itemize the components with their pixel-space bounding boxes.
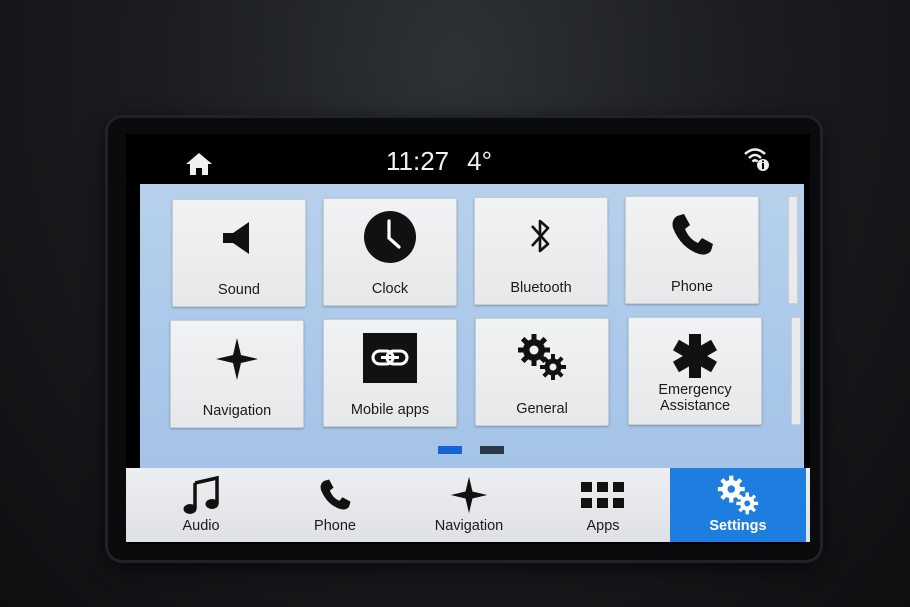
tile-label: Clock: [371, 281, 409, 297]
page-indicator-2[interactable]: [480, 446, 504, 454]
nav-label: Phone: [314, 518, 356, 534]
nav-label: Apps: [586, 518, 620, 534]
nav-audio[interactable]: Audio: [134, 468, 268, 542]
gears-icon: [518, 334, 566, 380]
nav-phone[interactable]: Phone: [268, 468, 402, 542]
next-page-tile-peek: [791, 317, 801, 425]
gears-icon: [717, 475, 759, 515]
nav-label: Navigation: [434, 518, 504, 534]
tile-label-line2: Assistance: [659, 398, 731, 414]
nav-label: Settings: [709, 518, 767, 534]
navigation-star-icon: [216, 338, 258, 380]
nav-label: Audio: [182, 518, 220, 534]
tile-label: General: [516, 401, 568, 417]
tile-mobile-apps[interactable]: Mobile apps: [323, 319, 457, 427]
tile-navigation[interactable]: Navigation: [170, 320, 304, 428]
status-info: 11:27 4°: [386, 146, 492, 176]
tile-label: Phone: [671, 279, 713, 295]
home-button[interactable]: [182, 150, 216, 178]
phone-icon: [672, 214, 713, 255]
nav-apps[interactable]: Apps: [536, 468, 670, 542]
music-note-icon: [183, 475, 219, 514]
next-page-tile-peek: [788, 196, 798, 304]
asterisk-icon: [672, 334, 718, 378]
phone-icon: [320, 479, 351, 510]
apps-grid-icon: [581, 482, 624, 508]
mobile-apps-link-icon: [363, 333, 417, 383]
navigation-star-icon: [450, 476, 488, 514]
tile-bluetooth[interactable]: Bluetooth: [474, 197, 608, 305]
nav-settings[interactable]: Settings: [670, 468, 806, 542]
wifi-info-icon[interactable]: [742, 144, 772, 174]
nav-navigation[interactable]: Navigation: [402, 468, 536, 542]
clock-icon: [364, 211, 416, 263]
tile-label: Bluetooth: [510, 280, 572, 296]
page-indicator-1[interactable]: [438, 446, 462, 454]
tile-label: Sound: [218, 282, 260, 298]
status-bar: 11:27 4°: [126, 134, 810, 184]
outside-temperature: 4°: [467, 146, 492, 176]
settings-grid: Sound Clock Bluetooth Phone Navigation M…: [140, 184, 804, 468]
tile-emergency-assistance[interactable]: Emergency Assistance: [628, 317, 762, 425]
tile-phone[interactable]: Phone: [625, 196, 759, 304]
tile-sound[interactable]: Sound: [172, 199, 306, 307]
tile-general[interactable]: General: [475, 318, 609, 426]
clock-time: 11:27: [386, 146, 450, 176]
bluetooth-icon: [531, 219, 550, 253]
tile-label: Emergency Assistance: [629, 382, 761, 414]
home-icon: [186, 153, 212, 175]
speaker-icon: [223, 222, 249, 254]
tile-label: Mobile apps: [350, 402, 430, 418]
infotainment-screen: 11:27 4° Sound Clock Bluetooth Phone Nav…: [126, 134, 810, 544]
tile-clock[interactable]: Clock: [323, 198, 457, 306]
tile-label: Navigation: [202, 403, 272, 419]
tile-label-line1: Emergency: [658, 382, 732, 398]
bottom-nav-bar: Audio Phone Navigation Apps Settings: [126, 468, 810, 542]
